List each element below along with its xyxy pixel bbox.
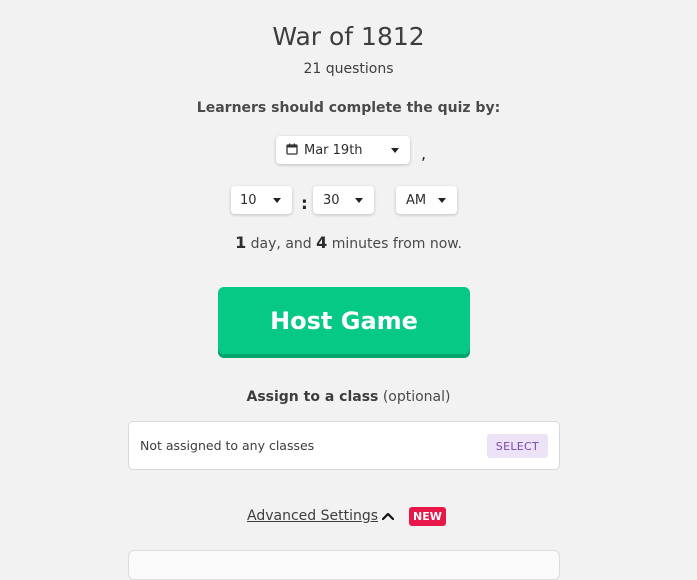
minutes-value: 4 xyxy=(316,233,328,252)
caret-down-icon xyxy=(273,198,281,203)
minutes-text: minutes from now. xyxy=(327,236,462,252)
hour-dropdown[interactable]: 10 xyxy=(231,186,292,214)
select-class-button[interactable]: SELECT xyxy=(486,434,548,458)
meridiem-value: AM xyxy=(406,192,427,208)
days-value: 1 xyxy=(235,233,247,252)
assign-class-optional: (optional) xyxy=(378,389,451,405)
time-separator: : xyxy=(301,194,308,214)
advanced-settings-toggle[interactable]: Advanced Settings xyxy=(247,508,378,524)
new-badge: NEW xyxy=(409,507,446,526)
caret-down-icon xyxy=(391,148,399,153)
date-value: Mar 19th xyxy=(304,142,363,158)
date-dropdown[interactable]: Mar 19th xyxy=(276,136,410,164)
caret-down-icon xyxy=(355,198,363,203)
advanced-settings-panel xyxy=(128,550,560,580)
chevron-up-icon[interactable] xyxy=(381,510,395,522)
class-assignment-field[interactable]: Not assigned to any classes SELECT xyxy=(128,421,560,470)
question-count: 21 questions xyxy=(303,61,394,77)
date-comma: , xyxy=(421,144,427,163)
time-from-now: 1 day, and 4 minutes from now. xyxy=(0,233,697,252)
class-assignment-value: Not assigned to any classes xyxy=(140,438,315,453)
quiz-title: War of 1812 xyxy=(272,22,425,51)
hour-value: 10 xyxy=(240,192,257,208)
meridiem-dropdown[interactable]: AM xyxy=(396,186,457,214)
assign-class-label: Assign to a class (optional) xyxy=(0,389,697,405)
caret-down-icon xyxy=(438,198,446,203)
minute-dropdown[interactable]: 30 xyxy=(313,186,374,214)
minute-value: 30 xyxy=(323,192,340,208)
days-text: day, and xyxy=(246,236,317,252)
host-game-button[interactable]: Host Game xyxy=(218,287,470,354)
due-date-prompt: Learners should complete the quiz by: xyxy=(196,100,501,116)
calendar-icon xyxy=(286,143,298,155)
assign-class-title: Assign to a class xyxy=(246,389,379,405)
